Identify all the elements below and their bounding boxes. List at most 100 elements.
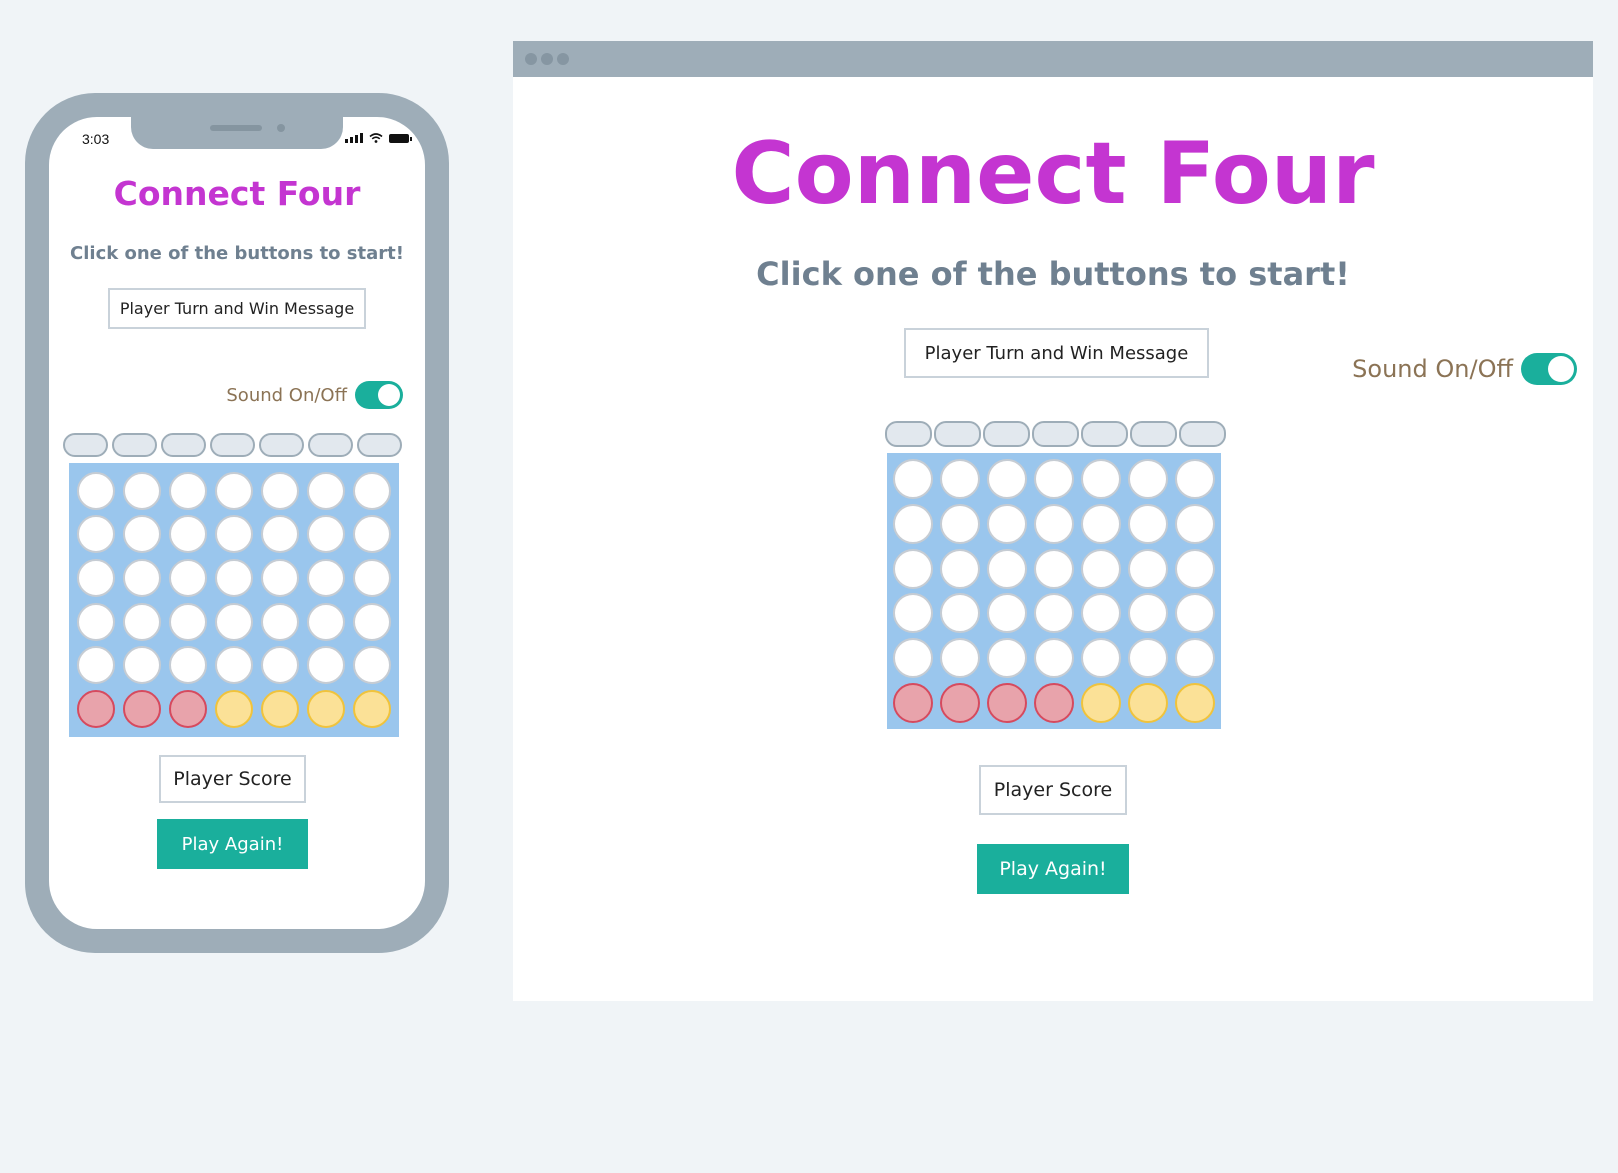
board-cell — [936, 636, 983, 681]
empty-slot — [307, 471, 345, 510]
play-again-button[interactable]: Play Again! — [977, 844, 1129, 894]
phone-screen: 3:03 Connect Four Click one of the butto… — [49, 117, 425, 929]
board-cell — [1125, 502, 1172, 547]
signal-icon — [345, 133, 363, 143]
empty-slot — [169, 515, 207, 554]
board-cell — [73, 644, 119, 688]
empty-slot — [353, 602, 391, 641]
empty-slot — [1128, 548, 1169, 589]
board-cell — [1030, 457, 1077, 502]
board-cell — [349, 600, 395, 644]
board-cell — [211, 600, 257, 644]
board-cell — [889, 680, 936, 725]
player-score: Player Score — [159, 755, 306, 803]
sound-toggle[interactable] — [355, 381, 403, 409]
yellow-disc — [1081, 682, 1122, 723]
empty-slot — [307, 646, 345, 685]
empty-slot — [1033, 593, 1074, 634]
board-cell — [211, 644, 257, 688]
column-drop-button[interactable] — [259, 433, 304, 457]
board-cell — [1078, 546, 1125, 591]
board-cell — [257, 469, 303, 513]
column-buttons — [63, 433, 402, 457]
board-cell — [73, 469, 119, 513]
column-drop-button[interactable] — [934, 421, 981, 447]
board-cell — [1078, 457, 1125, 502]
sound-label: Sound On/Off — [226, 384, 347, 406]
empty-slot — [1033, 637, 1074, 678]
board-cell — [983, 680, 1030, 725]
board-cell — [1078, 636, 1125, 681]
board-cell — [303, 687, 349, 731]
empty-slot — [77, 559, 115, 598]
empty-slot — [77, 646, 115, 685]
column-drop-button[interactable] — [1032, 421, 1079, 447]
empty-slot — [307, 515, 345, 554]
board-cell — [165, 469, 211, 513]
column-drop-button[interactable] — [357, 433, 402, 457]
empty-slot — [123, 602, 161, 641]
board-cell — [1172, 680, 1219, 725]
board-cell — [257, 556, 303, 600]
board-cell — [303, 600, 349, 644]
empty-slot — [353, 646, 391, 685]
empty-slot — [1081, 503, 1122, 544]
board-cell — [1125, 680, 1172, 725]
wifi-icon — [369, 133, 383, 143]
play-again-button[interactable]: Play Again! — [157, 819, 308, 869]
board-cell — [889, 591, 936, 636]
column-drop-button[interactable] — [63, 433, 108, 457]
window-dots — [525, 53, 569, 65]
board-cell — [349, 687, 395, 731]
board-cell — [119, 469, 165, 513]
column-drop-button[interactable] — [1179, 421, 1226, 447]
empty-slot — [1033, 548, 1074, 589]
column-drop-button[interactable] — [983, 421, 1030, 447]
sound-control: Sound On/Off — [226, 381, 403, 409]
column-drop-button[interactable] — [1130, 421, 1177, 447]
empty-slot — [215, 602, 253, 641]
board-cell — [1172, 636, 1219, 681]
board-cell — [73, 556, 119, 600]
empty-slot — [986, 459, 1027, 500]
empty-slot — [77, 602, 115, 641]
window-dot-icon — [557, 53, 569, 65]
empty-slot — [1175, 459, 1216, 500]
board-cell — [119, 644, 165, 688]
board-cell — [936, 502, 983, 547]
red-disc — [1033, 682, 1074, 723]
board-cell — [165, 644, 211, 688]
empty-slot — [1081, 459, 1122, 500]
empty-slot — [215, 515, 253, 554]
board-cell — [257, 600, 303, 644]
empty-slot — [123, 646, 161, 685]
board-cell — [889, 546, 936, 591]
board-cell — [257, 687, 303, 731]
board-cell — [983, 591, 1030, 636]
sound-toggle[interactable] — [1521, 353, 1577, 385]
column-drop-button[interactable] — [161, 433, 206, 457]
column-drop-button[interactable] — [112, 433, 157, 457]
empty-slot — [123, 559, 161, 598]
column-drop-button[interactable] — [885, 421, 932, 447]
board-cell — [73, 600, 119, 644]
column-drop-button[interactable] — [210, 433, 255, 457]
empty-slot — [939, 459, 980, 500]
empty-slot — [892, 593, 933, 634]
empty-slot — [1081, 548, 1122, 589]
yellow-disc — [215, 690, 253, 729]
empty-slot — [261, 602, 299, 641]
column-drop-button[interactable] — [308, 433, 353, 457]
board-cell — [211, 513, 257, 557]
page-title: Connect Four — [113, 174, 361, 213]
board-cell — [73, 513, 119, 557]
column-drop-button[interactable] — [1081, 421, 1128, 447]
sound-label: Sound On/Off — [1352, 355, 1513, 383]
board-cell — [1125, 591, 1172, 636]
empty-slot — [169, 559, 207, 598]
board-cell — [936, 546, 983, 591]
empty-slot — [169, 646, 207, 685]
board-cell — [119, 600, 165, 644]
empty-slot — [215, 646, 253, 685]
board-cell — [1172, 457, 1219, 502]
